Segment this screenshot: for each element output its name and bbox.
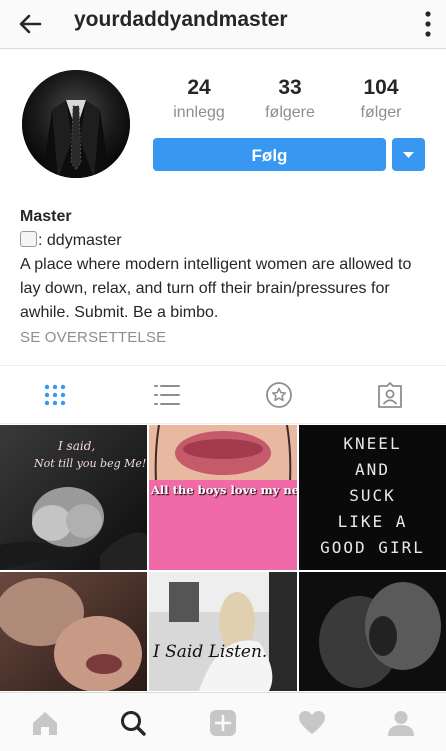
post-caption: I Said Listen. <box>153 642 268 662</box>
follow-button[interactable]: Følg <box>153 138 386 171</box>
stat-following-label: følger <box>360 104 402 121</box>
see-translation-link[interactable]: SE OVERSETTELSE <box>20 326 435 350</box>
post-thumbnail[interactable]: I said, Not till you beg Me! <box>0 425 147 570</box>
post-thumbnail[interactable] <box>299 572 446 691</box>
grid-view-icon[interactable] <box>40 380 70 410</box>
emoji-icon <box>20 231 37 247</box>
stat-followers-count: 33 <box>278 76 302 99</box>
stat-followers[interactable]: 33 følgere <box>245 76 335 122</box>
post-image <box>0 572 147 691</box>
post-image <box>299 572 446 691</box>
post-thumbnail[interactable] <box>0 572 147 691</box>
stat-following-count: 104 <box>363 76 399 99</box>
bottom-navigation <box>0 692 446 751</box>
post-caption-line: GOOD GIRL <box>320 538 425 557</box>
bio-description: A place where modern intelligent women a… <box>20 256 412 321</box>
post-caption: Not till you beg Me! <box>34 457 147 470</box>
post-thumbnail[interactable]: All the boys love my new lips! <box>149 425 297 570</box>
profile-view-tabs <box>0 365 446 424</box>
profile-icon[interactable] <box>386 708 416 738</box>
stat-followers-label: følgere <box>265 104 315 121</box>
post-caption: All the boys love my new lips! <box>151 483 297 497</box>
post-image <box>149 572 297 691</box>
profile-avatar[interactable] <box>22 70 130 178</box>
stat-posts-count: 24 <box>187 76 211 99</box>
posts-grid: I said, Not till you beg Me! All the boy… <box>0 423 446 691</box>
post-caption: I said, <box>58 439 96 453</box>
post-caption-line: KNEEL <box>343 434 402 453</box>
list-view-icon[interactable] <box>152 380 182 410</box>
heart-icon[interactable] <box>297 708 327 738</box>
star-icon[interactable] <box>264 380 294 410</box>
post-thumbnail[interactable]: I Said Listen. <box>149 572 297 691</box>
home-icon[interactable] <box>30 708 60 738</box>
search-icon[interactable] <box>118 708 148 738</box>
back-arrow-icon[interactable] <box>16 10 44 38</box>
profile-stats: 24 innlegg 33 følgere 104 følger <box>152 76 432 126</box>
avatar-image <box>22 70 130 178</box>
bio-handle-line: : ddymaster <box>20 229 435 253</box>
post-caption-line: SUCK <box>349 486 396 505</box>
stat-posts[interactable]: 24 innlegg <box>154 76 244 122</box>
post-caption-line: AND <box>355 460 390 479</box>
stat-posts-label: innlegg <box>173 104 225 121</box>
post-caption-line: LIKE A <box>337 512 408 531</box>
post-caption-block: KNEEL AND SUCK LIKE A GOOD GIRL <box>299 431 446 561</box>
add-post-icon[interactable] <box>208 708 238 738</box>
bio-handle: : ddymaster <box>38 232 122 249</box>
post-image <box>149 425 297 570</box>
post-thumbnail[interactable]: KNEEL AND SUCK LIKE A GOOD GIRL <box>299 425 446 570</box>
profile-bio: Master : ddymaster A place where modern … <box>20 205 435 350</box>
stat-following[interactable]: 104 følger <box>336 76 426 122</box>
profile-display-name: Master <box>20 208 72 225</box>
tagged-photos-icon[interactable] <box>375 380 405 410</box>
more-options-icon[interactable] <box>424 9 432 39</box>
top-bar: yourdaddyandmaster <box>0 0 446 49</box>
profile-username: yourdaddyandmaster <box>74 8 288 31</box>
suggested-accounts-dropdown[interactable] <box>392 138 425 171</box>
chevron-down-icon <box>403 152 414 158</box>
